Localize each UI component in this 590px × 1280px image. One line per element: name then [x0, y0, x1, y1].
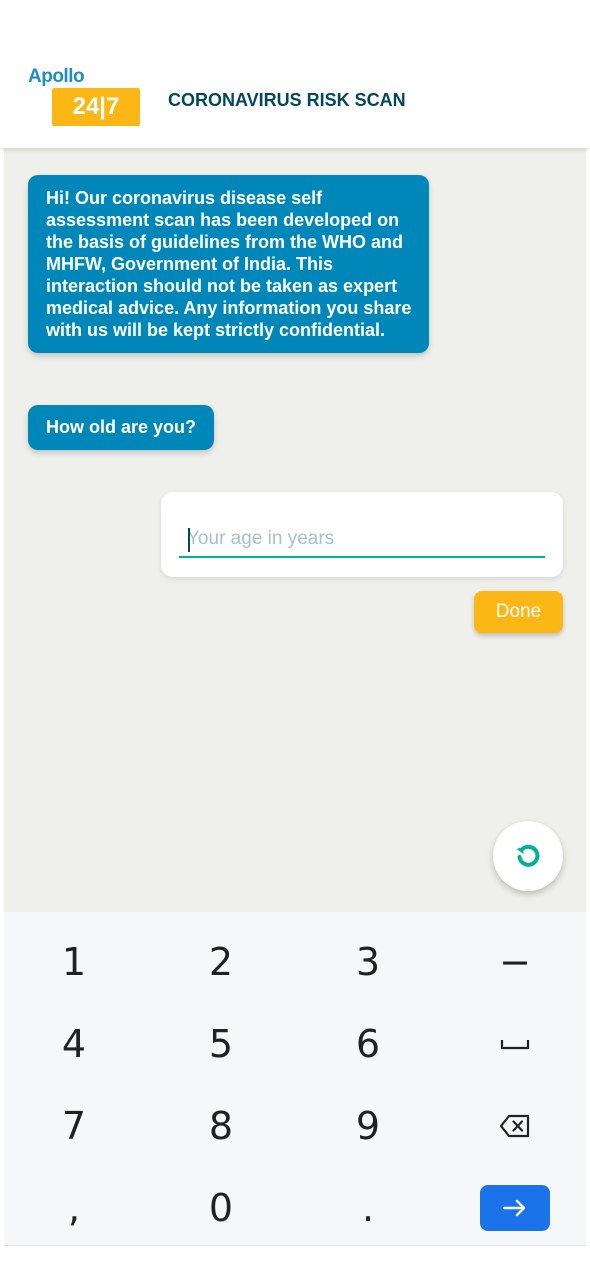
- key-0[interactable]: 0: [151, 1168, 291, 1248]
- app-header: Apollo 24|7 CORONAVIRUS RISK SCAN: [0, 0, 590, 148]
- logo-247-badge: 24|7: [52, 88, 140, 126]
- key-8[interactable]: 8: [151, 1086, 291, 1166]
- key-comma[interactable]: ,: [4, 1168, 144, 1248]
- age-input-card: [161, 492, 563, 577]
- logo-apollo-text: Apollo: [28, 66, 85, 87]
- bottom-divider: [4, 1245, 586, 1246]
- apollo-247-logo[interactable]: Apollo 24|7: [28, 66, 140, 130]
- key-period[interactable]: .: [298, 1168, 438, 1248]
- key-2[interactable]: 2: [151, 922, 291, 1002]
- key-9[interactable]: 9: [298, 1086, 438, 1166]
- refresh-icon: [516, 844, 540, 867]
- key-go[interactable]: [445, 1168, 585, 1248]
- reset-chat-button[interactable]: [493, 821, 563, 891]
- space-icon: [500, 1040, 530, 1050]
- chat-area[interactable]: Hi! Our coronavirus disease self assessm…: [4, 148, 586, 912]
- key-3[interactable]: 3: [298, 922, 438, 1002]
- backspace-icon: [499, 1114, 530, 1138]
- done-button[interactable]: Done: [474, 591, 563, 633]
- key-minus[interactable]: −: [445, 922, 585, 1002]
- arrow-right-icon: [502, 1199, 526, 1217]
- key-4[interactable]: 4: [4, 1004, 144, 1084]
- bot-question-message: How old are you?: [28, 405, 215, 450]
- key-space[interactable]: [445, 1004, 585, 1084]
- key-backspace[interactable]: [445, 1086, 585, 1166]
- text-cursor: [188, 528, 190, 552]
- key-5[interactable]: 5: [151, 1004, 291, 1084]
- bot-intro-message: Hi! Our coronavirus disease self assessm…: [28, 175, 429, 353]
- go-key-background: [480, 1185, 550, 1231]
- key-1[interactable]: 1: [4, 922, 144, 1002]
- key-7[interactable]: 7: [4, 1086, 144, 1166]
- age-input[interactable]: [179, 522, 545, 558]
- page-title: CORONAVIRUS RISK SCAN: [168, 90, 406, 110]
- key-6[interactable]: 6: [298, 1004, 438, 1084]
- numeric-keyboard: 1 2 3 − 4 5 6 7 8 9 , 0 .: [4, 912, 586, 1245]
